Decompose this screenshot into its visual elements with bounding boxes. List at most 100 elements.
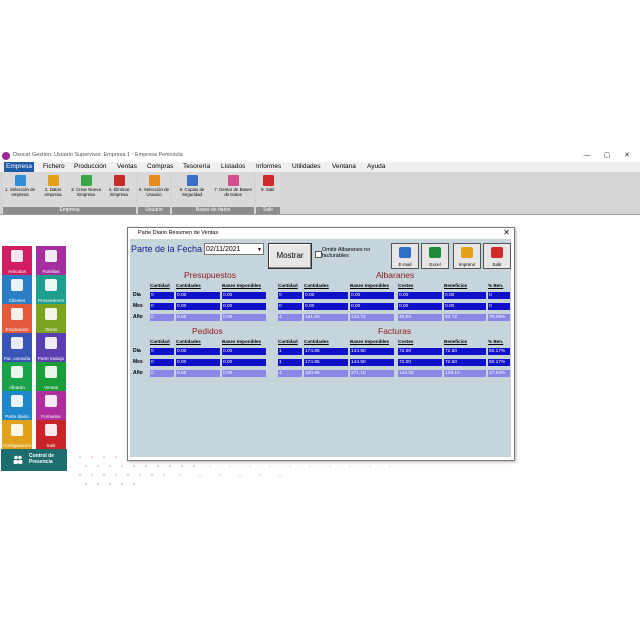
tile-par-consulta[interactable]: Par. consulta <box>2 333 32 363</box>
tile-clientes-label: Clientes <box>8 298 26 303</box>
row-label-mes: Mes <box>133 359 143 365</box>
crear-empresa-button[interactable]: 3. Crear Nueva Empresa <box>70 174 102 204</box>
pedidos-title: Pedidos <box>192 326 223 336</box>
tile-albaran-label: Albarán <box>9 385 25 390</box>
facturas-title: Facturas <box>378 326 412 336</box>
pedidos-cell: 0.00 <box>176 348 220 355</box>
crear-empresa-label: 3. Crear Nueva Empresa <box>71 187 101 197</box>
facturas-cell: 4 <box>278 370 302 377</box>
presupuestos-cell: 0 <box>150 292 174 299</box>
tile-familias[interactable]: Familias <box>36 246 66 276</box>
salir-dialog-button[interactable]: Salir <box>483 243 511 269</box>
facturas-cell: 174.85 <box>304 359 348 366</box>
salir-ribbon-button[interactable]: 8. Salir <box>256 174 280 204</box>
seleccion-usuario-button[interactable]: 5. Selección de Usuario <box>138 174 170 204</box>
menu-informes[interactable]: Informes <box>254 162 283 172</box>
tile-ventas[interactable]: Ventas <box>36 362 66 392</box>
pedidos-header-bases: Bases Imponibles <box>222 339 262 344</box>
edit-icon <box>47 175 59 186</box>
facturas-cell: 50.17% <box>488 348 510 355</box>
maximize-icon[interactable]: ▢ <box>600 151 614 161</box>
presupuestos-cell: 0.00 <box>176 292 220 299</box>
users-icon <box>148 175 160 186</box>
dialog-body: Parte de la Fecha 02/11/2021 ▼ Mostrar O… <box>130 239 511 457</box>
gestor-bases-datos-button[interactable]: 7. Gestor de Bases de Datos <box>214 174 252 204</box>
tile-clientes[interactable]: Clientes <box>2 275 32 305</box>
menu-tesoreria[interactable]: Tesorería <box>181 162 212 172</box>
facturas-header-bases: Bases Imponibles <box>350 339 390 344</box>
menu-utilidades[interactable]: Utilidades <box>290 162 323 172</box>
albaranes-header-costes: Costes <box>398 283 414 288</box>
employee-icon <box>11 308 23 320</box>
tile-configuracion[interactable]: Configuración <box>2 420 32 450</box>
parte-diario-dialog: Parte Diario Resumen de Ventas ✕ Parte d… <box>127 227 515 461</box>
menu-ventas[interactable]: Ventas <box>115 162 139 172</box>
printer-icon <box>461 247 473 258</box>
tile-salir[interactable]: Salir <box>36 420 66 450</box>
presupuestos-header-cantidades: Cantidades <box>176 283 201 288</box>
datos-empresa-button[interactable]: 2. Datos empresa <box>37 174 69 204</box>
albaranes-cell: 70.09% <box>488 314 510 321</box>
facturas-header-costes: Costes <box>398 339 414 344</box>
printer-icon <box>45 395 57 407</box>
close-icon[interactable]: ✕ <box>620 151 634 161</box>
albaranes-cell: 0.00 <box>304 292 348 299</box>
tile-parte-trabajo[interactable]: Parte trabajo <box>36 333 66 363</box>
tile-obras-label: Obras <box>44 327 58 332</box>
pedidos-cell: 0.00 <box>176 359 220 366</box>
presupuestos-cell: 0.00 <box>176 303 220 310</box>
presupuestos-header-bases: Bases Imponibles <box>222 283 262 288</box>
tile-albaran[interactable]: Albarán <box>2 362 32 392</box>
ribbon-group-label-empresa: Empresa <box>3 207 136 214</box>
tile-articulos[interactable]: Artículos <box>2 246 32 276</box>
presupuestos-cell: 0.00 <box>222 292 266 299</box>
excel-button[interactable]: Excel <box>421 243 449 269</box>
tile-proveedores[interactable]: Proveedores <box>36 275 66 305</box>
facturas-cell: 271.10 <box>350 370 394 377</box>
window-title: Dsocar Gestión. Usuario Supervisor. Empr… <box>13 152 183 158</box>
gestor-bases-datos-label: 7. Gestor de Bases de Datos <box>214 187 252 197</box>
mostrar-button[interactable]: Mostrar <box>268 243 312 269</box>
email-button[interactable]: E-mail <box>391 243 419 269</box>
tile-familias-label: Familias <box>42 269 60 274</box>
row-label-dia: Día <box>133 292 141 298</box>
tile-parte-diario[interactable]: Parte diario <box>2 391 32 421</box>
control-presencia-button[interactable]: Control de Presencia <box>1 449 67 471</box>
ribbon-group-label-salir: Salir <box>256 207 280 214</box>
omitir-albaranes-checkbox[interactable] <box>315 251 322 258</box>
imprimir-label: Imprimir <box>458 262 476 267</box>
albaranes-cell: 0.00 <box>444 303 486 310</box>
copias-seguridad-button[interactable]: 6. Copias de Seguridad <box>174 174 210 204</box>
tile-empleados[interactable]: Empleados <box>2 304 32 334</box>
menu-empresa[interactable]: Empresa <box>4 162 35 172</box>
chevron-down-icon[interactable]: ▼ <box>257 244 262 256</box>
grid-icon <box>11 250 23 262</box>
pie-chart-icon <box>11 395 23 407</box>
tile-obras[interactable]: Obras <box>36 304 66 334</box>
menu-compras[interactable]: Compras <box>145 162 175 172</box>
menu-ayuda[interactable]: Ayuda <box>365 162 387 172</box>
exit-icon <box>262 175 274 186</box>
menu-fichero[interactable]: Fichero <box>41 162 67 172</box>
menu-listados[interactable]: Listados <box>219 162 247 172</box>
eliminar-empresa-button[interactable]: 4. Eliminar Empresa <box>103 174 135 204</box>
tile-configuracion-label: Configuración <box>2 443 32 448</box>
albaranes-cell: 133.72 <box>350 314 394 321</box>
datos-empresa-label: 2. Datos empresa <box>44 187 62 197</box>
minimize-icon[interactable]: — <box>580 151 594 161</box>
menu-ventana[interactable]: Ventana <box>330 162 358 172</box>
imprimir-button[interactable]: Imprimir <box>453 243 481 269</box>
ribbon-group-empresa: 1. Selección de empresa 2. Datos empresa… <box>3 172 136 214</box>
tile-ventas-label: Ventas <box>43 385 59 390</box>
menu-produccion[interactable]: Producción <box>72 162 109 172</box>
presupuestos-cell: 0.00 <box>222 303 266 310</box>
fecha-date-picker[interactable]: 02/11/2021 ▼ <box>204 243 264 255</box>
tile-par-consulta-label: Par. consulta <box>3 356 31 361</box>
close-icon[interactable]: ✕ <box>503 229 510 237</box>
pedidos-cell: 0.00 <box>222 348 266 355</box>
control-presencia-label: Control de Presencia <box>29 453 54 465</box>
tile-formatos[interactable]: Formatos <box>36 391 66 421</box>
seleccion-empresa-button[interactable]: 1. Selección de empresa <box>4 174 36 204</box>
lock-icon <box>186 175 198 186</box>
albaranes-cell: 0 <box>488 303 510 310</box>
